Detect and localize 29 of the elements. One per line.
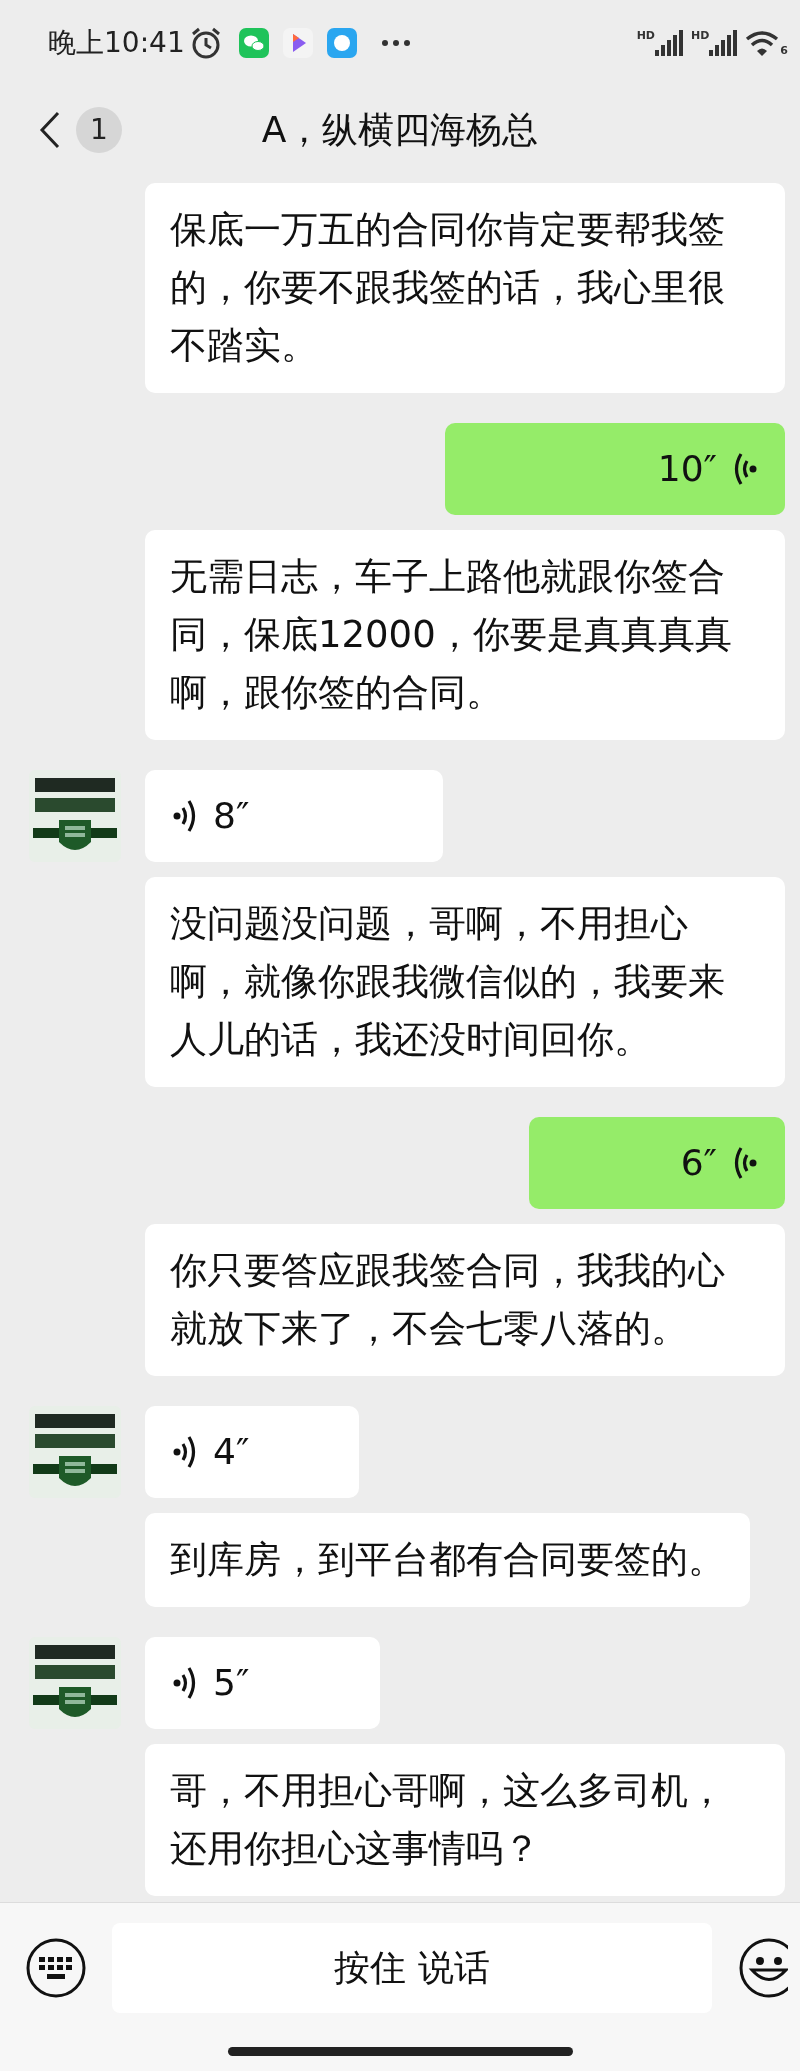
chat-title: A，纵横四海杨总 — [261, 108, 539, 152]
voice-message[interactable]: 4″ — [145, 1406, 359, 1498]
voice-message[interactable]: 5″ — [145, 1637, 380, 1729]
more-dots-icon — [380, 38, 411, 47]
hold-to-talk-button[interactable]: 按住 说话 — [112, 1923, 712, 2013]
back-button[interactable] — [38, 110, 62, 150]
voice-message[interactable]: 10″ — [445, 423, 785, 515]
voice-message[interactable]: 6″ — [529, 1117, 785, 1209]
keyboard-icon[interactable] — [25, 1937, 87, 1999]
network-type-label: HD — [691, 29, 710, 41]
chat-app-icon — [238, 27, 269, 58]
unread-count: 1 — [76, 107, 122, 153]
message-bubble: 保底一万五的合同你肯定要帮我签的，你要不跟我签的话，我心里很不踏实。 — [145, 183, 785, 393]
status-time: 晚上10:41 — [48, 24, 185, 61]
message-bubble: 无需日志，车子上路他就跟你签合同，保底12000，你要是真真真真啊，跟你签的合同。 — [145, 530, 785, 740]
message-bubble: 没问题没问题，哥啊，不用担心啊，就像你跟我微信似的，我要来人儿的话，我还没时间回你。 — [145, 877, 785, 1087]
back-chevron-icon — [38, 110, 62, 150]
emoji-icon[interactable] — [738, 1937, 788, 1999]
signal-bars-icon — [709, 29, 738, 56]
voice-message[interactable]: 8″ — [145, 770, 443, 862]
play-app-icon — [282, 27, 313, 58]
message-bubble: 哥，不用担心哥啊，这么多司机，还用你担心这事情吗？ — [145, 1744, 785, 1896]
network-type-label: HD — [636, 29, 655, 41]
message-bubble: 你只要答应跟我签合同，我我的心就放下来了，不会七零八落的。 — [145, 1224, 785, 1376]
message-app-icon — [326, 27, 357, 58]
wifi-label: 6 — [780, 42, 788, 59]
message-bubble: 到库房，到平台都有合同要签的。 — [145, 1513, 750, 1607]
wifi-icon — [745, 29, 780, 56]
signal-bars-icon — [655, 29, 683, 56]
